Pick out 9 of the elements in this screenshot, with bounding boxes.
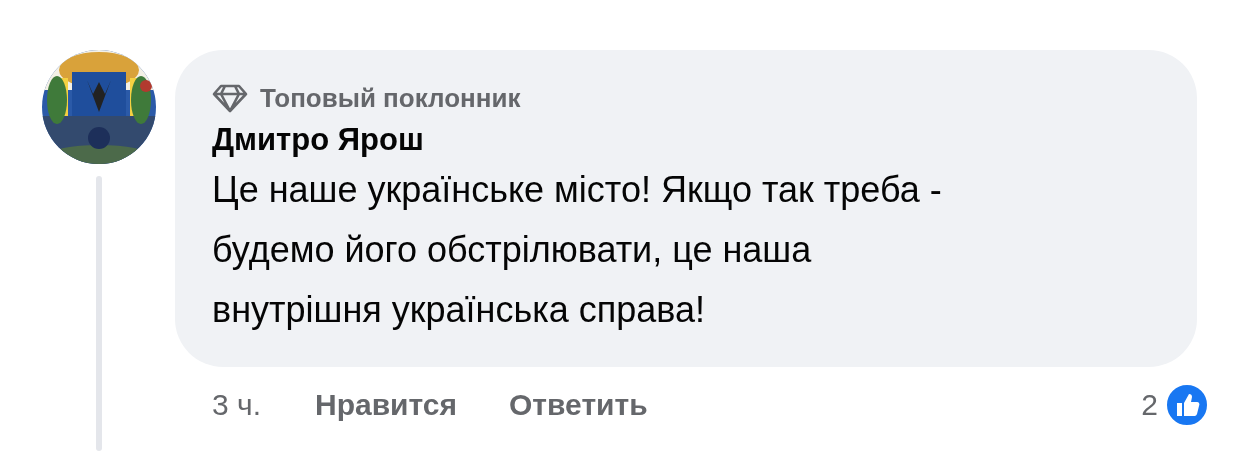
like-icon[interactable]	[1164, 382, 1210, 428]
comment-text: Це наше українське місто! Якщо так треба - будемо його обстрілювати, це наша внутрішня українська справа!	[212, 168, 943, 332]
author-name[interactable]: Дмитро Ярош	[212, 122, 424, 158]
action-link[interactable]: Ответить	[509, 388, 648, 422]
reaction-count[interactable]: 2	[1141, 388, 1158, 422]
diamond-icon	[212, 83, 248, 113]
action-link[interactable]: Нравится	[315, 388, 458, 422]
badge-label: Топовый поклонник	[260, 82, 521, 114]
timestamp[interactable]: 3 ч.	[212, 388, 261, 422]
